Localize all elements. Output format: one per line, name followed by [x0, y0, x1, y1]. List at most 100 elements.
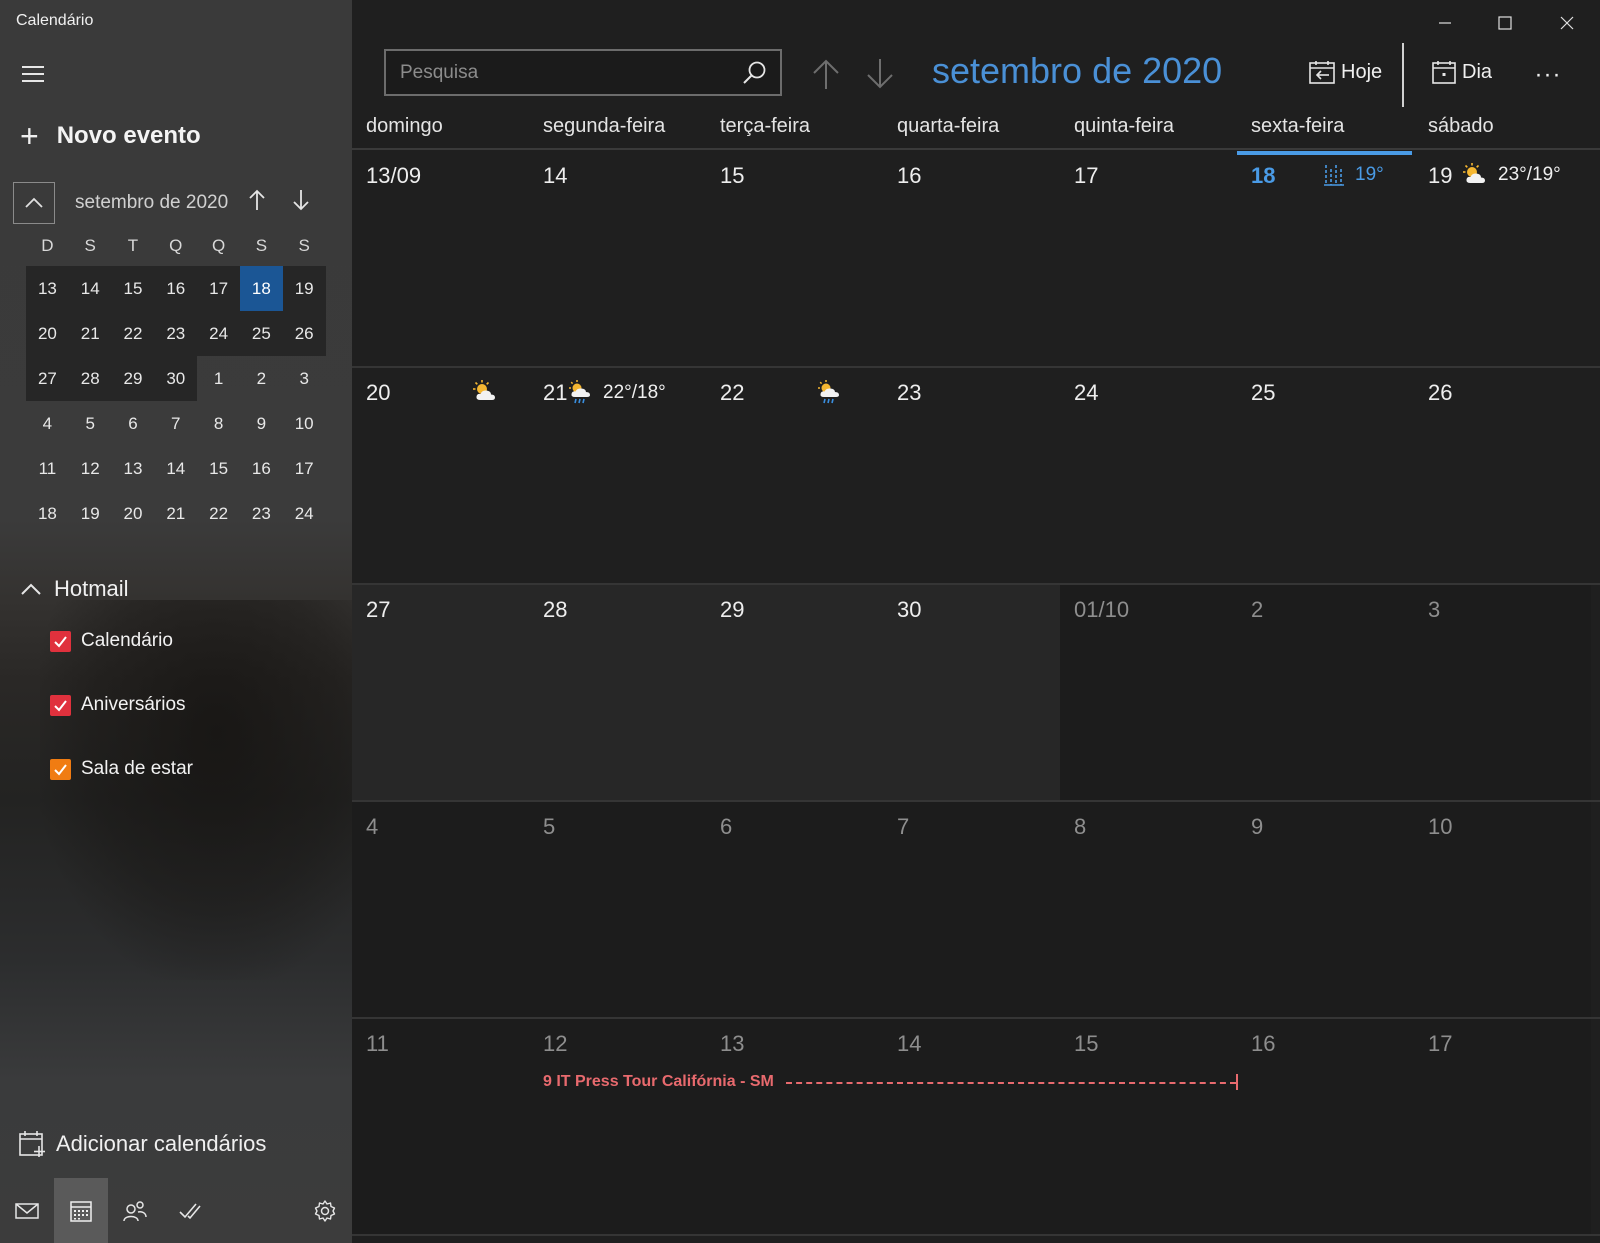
close-button[interactable]: [1544, 4, 1590, 42]
mini-calendar-day[interactable]: 4: [26, 401, 69, 446]
mini-calendar-day[interactable]: 21: [68, 311, 112, 356]
day-cell[interactable]: 18 19°: [1237, 151, 1414, 366]
day-cell[interactable]: 7: [883, 802, 1060, 1017]
previous-month-button[interactable]: [806, 54, 846, 94]
more-options-button[interactable]: ···: [1528, 55, 1568, 95]
mini-calendar-day[interactable]: 18: [26, 491, 69, 536]
day-cell[interactable]: 14: [883, 1019, 1060, 1234]
mini-calendar-day[interactable]: 23: [240, 491, 283, 536]
mini-calendar-day[interactable]: 25: [239, 311, 283, 356]
todo-nav-button[interactable]: [162, 1178, 216, 1243]
mini-calendar-day[interactable]: 27: [26, 356, 69, 401]
hamburger-menu-icon[interactable]: [22, 66, 44, 84]
next-month-button[interactable]: [860, 54, 900, 94]
maximize-button[interactable]: [1482, 4, 1528, 42]
day-cell[interactable]: 12: [529, 1019, 706, 1234]
day-cell[interactable]: 9: [1237, 802, 1414, 1017]
mini-calendar-day[interactable]: 3: [283, 356, 326, 401]
mail-nav-button[interactable]: [0, 1178, 54, 1243]
account-group-hotmail[interactable]: Hotmail: [20, 576, 129, 602]
mini-calendar-day[interactable]: 10: [283, 401, 326, 446]
day-cell[interactable]: 17: [1060, 151, 1237, 366]
day-cell[interactable]: 24: [1060, 368, 1237, 583]
mini-calendar-day[interactable]: 22: [111, 311, 155, 356]
day-cell[interactable]: 13/09: [352, 151, 529, 366]
settings-nav-button[interactable]: [298, 1178, 352, 1243]
mini-calendar-day[interactable]: 17: [283, 446, 326, 491]
minimize-button[interactable]: [1422, 4, 1468, 42]
calendar-toggle-calendario[interactable]: Calendário: [50, 630, 173, 652]
month-title[interactable]: setembro de 2020: [932, 50, 1222, 92]
day-cell[interactable]: 23: [883, 368, 1060, 583]
mini-calendar-day[interactable]: 20: [26, 311, 69, 356]
mini-calendar-day[interactable]: 14: [68, 266, 112, 311]
day-cell[interactable]: 11: [352, 1019, 529, 1234]
day-cell[interactable]: 29: [706, 585, 883, 800]
mini-calendar-day[interactable]: 8: [197, 401, 240, 446]
calendar-nav-button[interactable]: [54, 1178, 109, 1243]
mini-calendar-day[interactable]: 16: [240, 446, 283, 491]
mini-calendar-day[interactable]: 20: [112, 491, 155, 536]
mini-calendar-day[interactable]: 5: [69, 401, 112, 446]
day-cell[interactable]: 16: [883, 151, 1060, 366]
mini-calendar-day[interactable]: 24: [197, 311, 240, 356]
mini-calendar-day[interactable]: 29: [111, 356, 155, 401]
day-cell[interactable]: 8: [1060, 802, 1237, 1017]
mini-calendar-day[interactable]: 17: [197, 266, 240, 311]
mini-calendar-day[interactable]: 30: [154, 356, 198, 401]
day-cell[interactable]: 17: [1414, 1019, 1591, 1234]
mini-calendar-day[interactable]: 9: [240, 401, 283, 446]
day-cell[interactable]: 13: [706, 1019, 883, 1234]
mini-calendar-day[interactable]: 19: [282, 266, 326, 311]
mini-calendar-day[interactable]: 28: [68, 356, 112, 401]
day-cell[interactable]: 14: [529, 151, 706, 366]
mini-calendar-day[interactable]: 13: [112, 446, 155, 491]
add-calendars-button[interactable]: Adicionar calendários: [18, 1130, 266, 1158]
mini-calendar-day[interactable]: 16: [154, 266, 198, 311]
day-cell[interactable]: 27: [352, 585, 529, 800]
day-cell[interactable]: 21 22°/18°: [529, 368, 706, 583]
calendar-event[interactable]: 9 IT Press Tour Califórnia - SM: [543, 1070, 1238, 1094]
mini-calendar-day[interactable]: 22: [197, 491, 240, 536]
mini-calendar-collapse-button[interactable]: [13, 182, 55, 224]
mini-calendar-title[interactable]: setembro de 2020: [75, 192, 228, 214]
mini-calendar-day[interactable]: 15: [197, 446, 240, 491]
day-cell[interactable]: 15: [1060, 1019, 1237, 1234]
day-cell[interactable]: 16: [1237, 1019, 1414, 1234]
mini-calendar-day[interactable]: 14: [154, 446, 197, 491]
day-cell[interactable]: 30: [883, 585, 1060, 800]
mini-calendar-day[interactable]: 1: [197, 356, 240, 401]
people-nav-button[interactable]: [108, 1178, 162, 1243]
new-event-button[interactable]: + Novo evento: [20, 120, 201, 152]
day-cell[interactable]: 2: [1237, 585, 1414, 800]
day-cell[interactable]: 25: [1237, 368, 1414, 583]
day-cell[interactable]: 20: [352, 368, 529, 583]
search-input[interactable]: [386, 61, 730, 84]
mini-calendar-day[interactable]: 6: [112, 401, 155, 446]
day-cell[interactable]: 22: [706, 368, 883, 583]
mini-calendar-day[interactable]: 11: [26, 446, 69, 491]
day-view-button[interactable]: Dia: [1432, 60, 1492, 84]
day-cell[interactable]: 5: [529, 802, 706, 1017]
calendar-toggle-sala-de-estar[interactable]: Sala de estar: [50, 758, 193, 780]
mini-calendar-day[interactable]: 15: [111, 266, 155, 311]
mini-calendar-day[interactable]: 23: [154, 311, 198, 356]
mini-calendar-day[interactable]: 21: [154, 491, 197, 536]
mini-calendar-day[interactable]: 18: [239, 266, 283, 311]
day-cell[interactable]: 3: [1414, 585, 1591, 800]
day-cell[interactable]: 6: [706, 802, 883, 1017]
mini-calendar-day[interactable]: 26: [282, 311, 326, 356]
day-cell[interactable]: 01/10: [1060, 585, 1237, 800]
day-cell[interactable]: 10: [1414, 802, 1591, 1017]
search-button[interactable]: [730, 60, 780, 86]
mini-calendar-day[interactable]: 2: [240, 356, 283, 401]
day-cell[interactable]: 19 23°/19°: [1414, 151, 1591, 366]
mini-calendar-prev-button[interactable]: [242, 189, 272, 218]
mini-calendar-next-button[interactable]: [286, 189, 316, 218]
day-cell[interactable]: 26: [1414, 368, 1591, 583]
mini-calendar-day[interactable]: 13: [26, 266, 69, 311]
mini-calendar-day[interactable]: 7: [154, 401, 197, 446]
mini-calendar-day[interactable]: 12: [69, 446, 112, 491]
mini-calendar-day[interactable]: 24: [283, 491, 326, 536]
today-button[interactable]: Hoje: [1309, 60, 1382, 84]
